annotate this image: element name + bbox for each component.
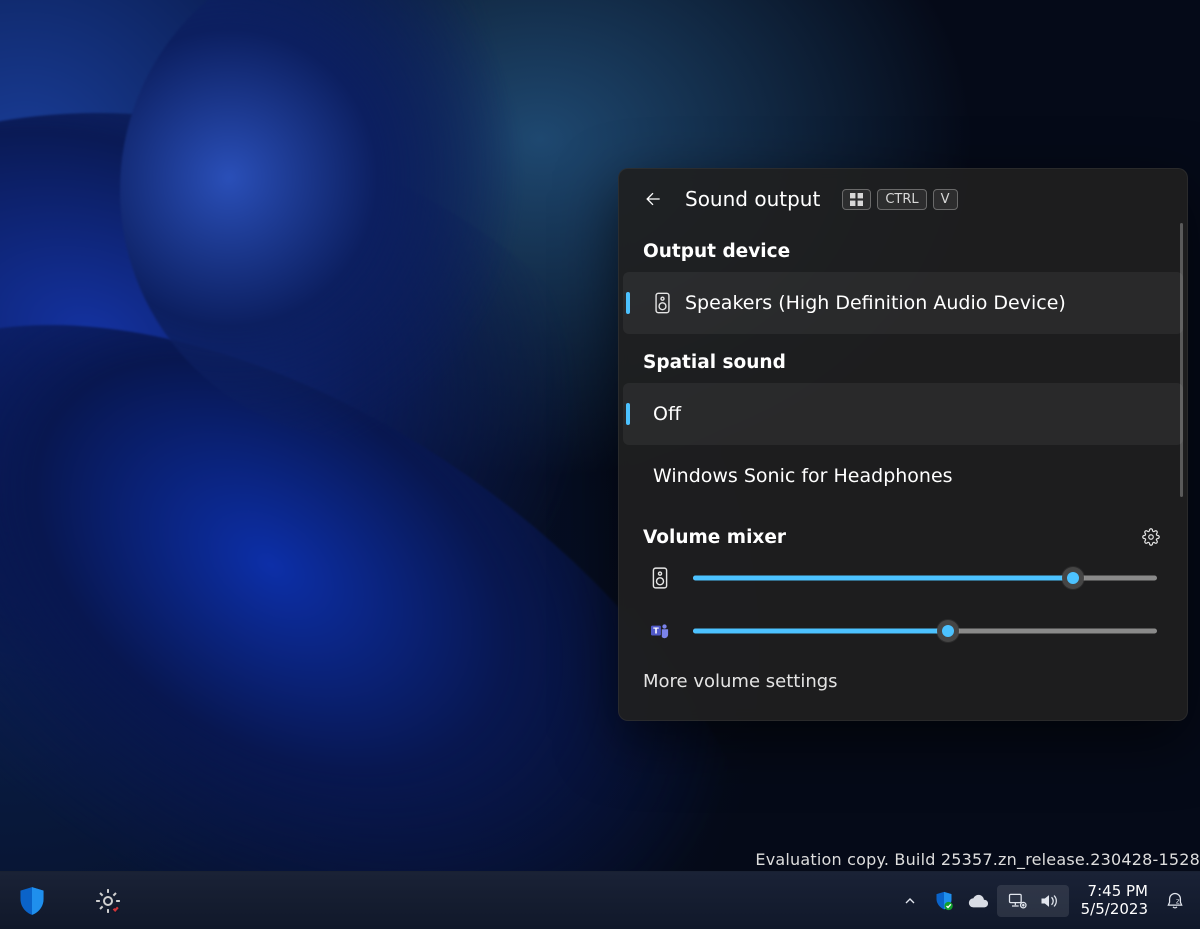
svg-text:T: T: [653, 626, 659, 636]
slider-thumb[interactable]: [937, 620, 959, 642]
svg-text:z: z: [1176, 896, 1180, 905]
spatial-sound-label: Spatial sound: [619, 334, 1187, 383]
taskbar-time: 7:45 PM: [1088, 883, 1148, 900]
focus-assist-icon: z: [1165, 891, 1185, 911]
hotkey-hint: CTRL V: [842, 189, 957, 210]
slider-thumb[interactable]: [1062, 567, 1084, 589]
spatial-option-sonic[interactable]: Windows Sonic for Headphones: [623, 445, 1183, 507]
desktop: Sound output CTRL V Output device Speake…: [0, 0, 1200, 929]
network-icon: [1007, 892, 1027, 910]
mixer-row-system: [649, 567, 1157, 589]
windows-security-icon[interactable]: [16, 885, 48, 917]
cloud-icon: [967, 893, 989, 909]
output-device-label: Output device: [619, 223, 1187, 272]
flyout-title: Sound output: [685, 187, 820, 211]
volume-mixer-label: Volume mixer: [619, 507, 1187, 559]
mixer-rows: T: [619, 559, 1187, 641]
spatial-option-off[interactable]: Off: [623, 383, 1183, 445]
volume-mixer-label-text: Volume mixer: [643, 527, 786, 548]
flyout-header: Sound output CTRL V: [619, 169, 1187, 223]
teams-volume-slider[interactable]: [693, 621, 1157, 641]
output-device-name: Speakers (High Definition Audio Device): [685, 292, 1066, 314]
mixer-row-teams: T: [649, 621, 1157, 641]
tray-onedrive-icon[interactable]: [963, 885, 993, 917]
tray-network-sound-group[interactable]: [997, 885, 1069, 917]
spatial-option-sonic-label: Windows Sonic for Headphones: [653, 465, 953, 487]
notification-center-button[interactable]: z: [1160, 885, 1190, 917]
speaker-device-icon: [653, 292, 671, 314]
flyout-scroll-region: Output device Speakers (High Definition …: [619, 223, 1187, 507]
more-volume-settings-link[interactable]: More volume settings: [619, 641, 1187, 702]
back-button[interactable]: [639, 185, 667, 213]
evaluation-watermark: Evaluation copy. Build 25357.zn_release.…: [755, 850, 1200, 869]
sound-output-flyout: Sound output CTRL V Output device Speake…: [618, 168, 1188, 721]
system-tray: 7:45 PM 5/5/2023 z: [895, 883, 1190, 918]
tray-overflow-button[interactable]: [895, 885, 925, 917]
system-volume-slider[interactable]: [693, 568, 1157, 588]
taskbar-clock[interactable]: 7:45 PM 5/5/2023: [1073, 883, 1156, 918]
arrow-left-icon: [643, 189, 663, 209]
taskbar: 7:45 PM 5/5/2023 z: [0, 871, 1200, 929]
taskbar-date: 5/5/2023: [1081, 901, 1148, 918]
spatial-option-off-label: Off: [653, 403, 681, 425]
teams-app-icon[interactable]: T: [649, 622, 671, 640]
tray-security-icon[interactable]: [929, 885, 959, 917]
output-device-speakers[interactable]: Speakers (High Definition Audio Device): [623, 272, 1183, 334]
v-key: V: [933, 189, 958, 210]
windows-key-icon: [842, 189, 871, 210]
ctrl-key: CTRL: [877, 189, 926, 210]
volume-mixer-settings-button[interactable]: [1139, 525, 1163, 549]
volume-icon: [1039, 892, 1059, 910]
chevron-up-icon: [902, 893, 918, 909]
gear-icon: [1142, 528, 1160, 546]
settings-update-icon[interactable]: [92, 885, 124, 917]
system-sounds-icon[interactable]: [649, 567, 671, 589]
